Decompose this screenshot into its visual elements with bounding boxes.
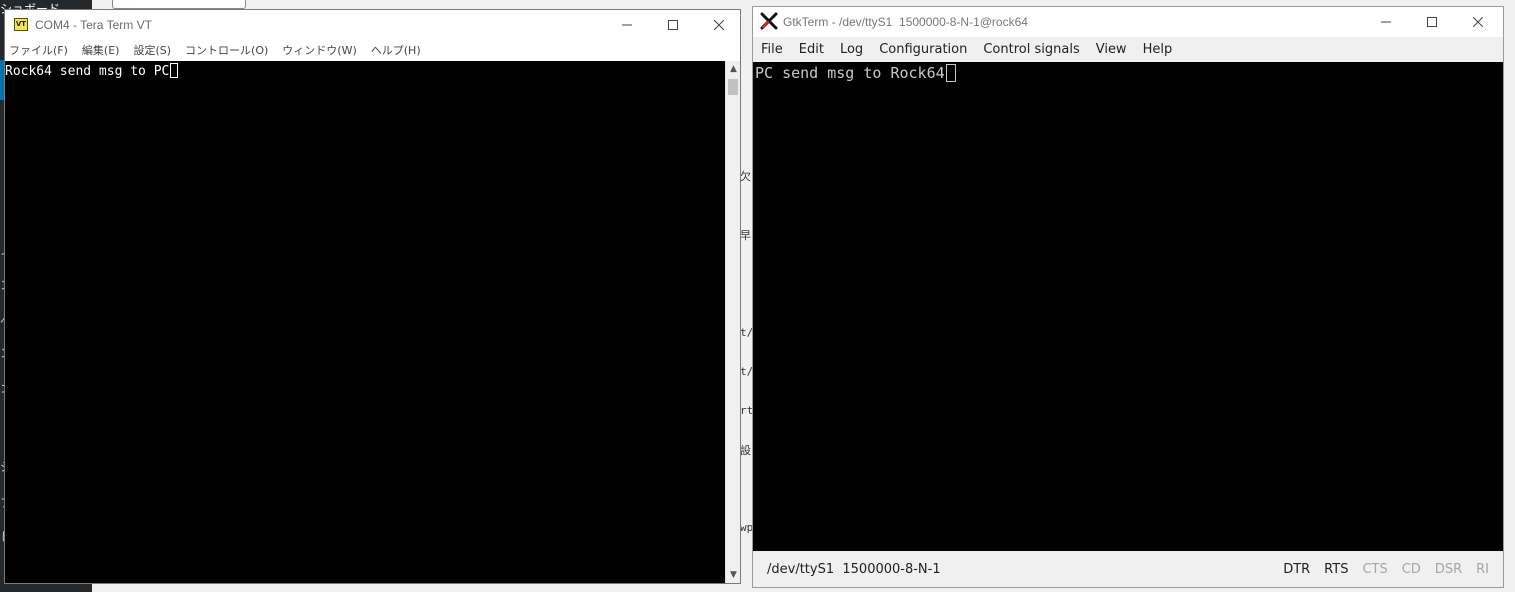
gtkterm-window[interactable]: GtkTerm - /dev/ttyS1 1500000-8-N-1@rock6… xyxy=(752,6,1504,588)
menu-control[interactable]: コントロール(O) xyxy=(185,42,268,58)
signal-ri: RI xyxy=(1476,562,1489,577)
menu-help[interactable]: Help xyxy=(1143,42,1173,57)
menu-file[interactable]: ファイル(F) xyxy=(9,42,68,58)
status-bar: /dev/ttyS1 1500000-8-N-1 DTR RTS CTS CD … xyxy=(753,551,1503,587)
minimize-button[interactable] xyxy=(604,10,650,40)
scroll-down-arrow-icon[interactable]: ▼ xyxy=(726,567,741,583)
page-fragment: 早 xyxy=(740,229,751,242)
terminal-line: PC send msg to Rock64 xyxy=(755,64,956,82)
menu-view[interactable]: View xyxy=(1096,42,1127,57)
page-fragment: 欠 xyxy=(740,170,751,183)
maximize-icon xyxy=(1427,17,1437,27)
minimize-icon xyxy=(1381,21,1391,23)
background-input-box xyxy=(112,0,246,9)
terminal-cursor xyxy=(945,64,956,82)
minimize-button[interactable] xyxy=(1363,7,1409,37)
scroll-thumb[interactable] xyxy=(728,79,738,95)
maximize-button[interactable] xyxy=(650,10,696,40)
menu-help[interactable]: ヘルプ(H) xyxy=(371,42,421,58)
signal-cd: CD xyxy=(1401,562,1421,577)
teraterm-vt-icon: VT xyxy=(14,18,28,31)
maximize-icon xyxy=(668,20,678,30)
terminal-cursor xyxy=(170,63,179,78)
menu-log[interactable]: Log xyxy=(840,42,863,57)
terminal-text: PC send msg to Rock64 xyxy=(755,64,945,82)
menu-control-signals[interactable]: Control signals xyxy=(983,42,1079,57)
signal-rts: RTS xyxy=(1324,562,1349,577)
terminal-text: Rock64 send msg to PC xyxy=(5,64,170,79)
menu-configuration[interactable]: Configuration xyxy=(879,42,967,57)
terminal-line: Rock64 send msg to PC xyxy=(5,63,179,80)
teraterm-titlebar[interactable]: VT COM4 - Tera Term VT xyxy=(5,10,740,40)
close-button[interactable] xyxy=(696,10,742,40)
menu-edit[interactable]: Edit xyxy=(799,42,824,57)
page-fragment: 設 xyxy=(740,444,751,457)
port-status: /dev/ttyS1 1500000-8-N-1 xyxy=(767,562,941,577)
signal-dsr: DSR xyxy=(1434,562,1463,577)
menu-window[interactable]: ウィンドウ(W) xyxy=(282,42,356,58)
menu-edit[interactable]: 編集(E) xyxy=(82,42,120,58)
maximize-button[interactable] xyxy=(1409,7,1455,37)
gtkterm-x-icon xyxy=(760,12,778,30)
signal-cts: CTS xyxy=(1362,562,1388,577)
close-icon xyxy=(714,20,724,30)
close-icon xyxy=(1473,17,1483,27)
gtkterm-menubar: File Edit Log Configuration Control sign… xyxy=(753,37,1503,62)
teraterm-menubar: ファイル(F) 編集(E) 設定(S) コントロール(O) ウィンドウ(W) ヘ… xyxy=(5,40,740,60)
gtkterm-titlebar[interactable]: GtkTerm - /dev/ttyS1 1500000-8-N-1@rock6… xyxy=(753,7,1503,37)
teraterm-terminal[interactable]: Rock64 send msg to PC xyxy=(5,61,725,583)
window-title: GtkTerm - /dev/ttyS1 1500000-8-N-1@rock6… xyxy=(783,15,1028,29)
window-title: COM4 - Tera Term VT xyxy=(35,18,152,32)
menu-file[interactable]: File xyxy=(761,42,783,57)
close-button[interactable] xyxy=(1455,7,1501,37)
teraterm-window[interactable]: VT COM4 - Tera Term VT ファイル(F) 編集(E) 設定(… xyxy=(4,9,741,584)
scroll-up-arrow-icon[interactable]: ▲ xyxy=(726,61,741,77)
gtkterm-terminal[interactable]: PC send msg to Rock64 xyxy=(753,62,1503,551)
control-signals: DTR RTS CTS CD DSR RI xyxy=(1269,562,1489,577)
menu-setup[interactable]: 設定(S) xyxy=(133,42,171,58)
vertical-scrollbar[interactable]: ▲ ▼ xyxy=(725,61,740,583)
minimize-icon xyxy=(622,24,632,26)
signal-dtr: DTR xyxy=(1283,562,1311,577)
